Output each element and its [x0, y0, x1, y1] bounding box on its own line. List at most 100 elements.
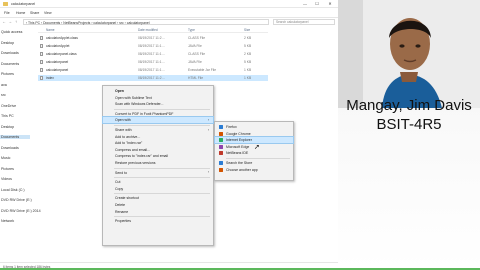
column-type[interactable]: Type [188, 28, 195, 32]
menu-item[interactable]: Open with › [102, 116, 214, 125]
app-icon [219, 161, 223, 165]
menu-item[interactable]: Search the Store [215, 160, 293, 166]
tab-file[interactable]: File [4, 11, 10, 15]
ribbon: File Home Share View [0, 8, 338, 18]
file-icon [40, 76, 43, 80]
menu-separator [226, 158, 290, 159]
menu-item[interactable]: Google Chrome [215, 131, 293, 137]
menu-item[interactable]: Properties [103, 218, 213, 224]
menu-item[interactable]: Open [103, 88, 213, 94]
sidebar-item[interactable]: Desktop [1, 41, 14, 45]
sidebar-item[interactable]: Quick access [1, 30, 22, 34]
sidebar-item[interactable]: Downloads [1, 51, 19, 55]
menu-separator [114, 125, 210, 126]
sidebar-item[interactable]: Documents [0, 135, 30, 139]
chevron-right-icon: › [207, 170, 209, 175]
title-bar[interactable]: calculatorpanel — ☐ ✕ [0, 0, 338, 8]
sidebar-item[interactable]: ava [1, 83, 7, 87]
chevron-right-icon: › [207, 127, 209, 132]
minimize-button[interactable]: — [300, 1, 310, 7]
menu-item[interactable]: Add to archive... [103, 134, 213, 140]
file-row[interactable]: calculatorpanel 08/19/2017 11:1… Executabl… [38, 67, 268, 73]
file-row[interactable]: calculatorApplet.class 08/19/2017 11:2… CL… [38, 35, 268, 41]
file-date: 08/19/2017 11:2… [138, 75, 165, 80]
menu-item[interactable]: Choose another app [215, 167, 293, 173]
menu-item-label: Send to [115, 170, 128, 175]
menu-item[interactable]: NetBeans IDE [215, 150, 293, 156]
file-name: calculatorpanel [46, 59, 69, 64]
menu-item-label: NetBeans IDE [226, 151, 249, 156]
menu-item[interactable]: Compress and email... [103, 147, 213, 153]
file-date: 08/19/2017 11:2… [138, 35, 165, 40]
menu-item[interactable]: Share with › [103, 127, 213, 133]
address-bar[interactable]: › This PC › Documents › NetBeansProjects… [23, 19, 269, 25]
sidebar-item[interactable]: Pictures [1, 167, 14, 171]
search-input[interactable]: Search calculatorpanel [273, 19, 335, 25]
menu-item[interactable]: Delete [103, 202, 213, 208]
sidebar-item[interactable]: OneDrive [1, 104, 16, 108]
window-title: calculatorpanel [11, 2, 36, 6]
file-type: CLASS File [188, 51, 206, 56]
sidebar-item[interactable]: Desktop [1, 125, 14, 129]
menu-item[interactable]: Internet Explorer [214, 136, 294, 145]
menu-item[interactable]: Restore previous versions [103, 160, 213, 166]
menu-item-label: Google Chrome [226, 131, 251, 136]
file-row[interactable]: calculatorpanel 08/19/2017 11:1… JAVA File… [38, 59, 268, 65]
sidebar-item[interactable]: Downloads [1, 146, 19, 150]
file-size: 2 KB [244, 35, 252, 40]
file-size: 1 KB [244, 67, 252, 72]
menu-item-label: Compress to "index.rar" and email [115, 154, 169, 159]
back-arrow-icon[interactable]: ← [2, 19, 6, 24]
file-size: 2 KB [244, 51, 252, 56]
sidebar-item[interactable]: Local Disk (C:) [1, 188, 25, 192]
menu-item-label: Rename [115, 209, 129, 214]
sidebar-item[interactable]: DVD RW Drive (E:) 2014 [1, 209, 41, 213]
sidebar-item[interactable]: src [1, 93, 6, 97]
file-type: HTML File [188, 75, 204, 80]
file-row[interactable]: calculatorpanel.class 08/19/2017 11:1… CLA… [38, 51, 268, 57]
menu-separator [114, 108, 210, 110]
file-name: index [46, 75, 54, 80]
menu-item[interactable]: Rename [103, 209, 213, 215]
menu-item-label: Search the Store [226, 161, 253, 165]
sidebar-item[interactable]: Music [1, 156, 10, 160]
tab-home[interactable]: Home [16, 11, 25, 15]
menu-item[interactable]: Copy [103, 186, 213, 192]
menu-item-label: Choose another app [226, 167, 258, 172]
column-date-modified[interactable]: Date modified [138, 28, 158, 32]
tab-share[interactable]: Share [30, 11, 39, 15]
menu-item[interactable]: Send to › [103, 170, 213, 176]
menu-item[interactable]: Compress to "index.rar" and email [103, 153, 213, 159]
sidebar-item[interactable]: Pictures [1, 72, 14, 76]
column-header: Name Date modified Type Size [38, 27, 268, 33]
menu-item-label: Create shortcut [115, 196, 139, 201]
breadcrumb: › This PC › Documents › NetBeansProjects… [26, 20, 150, 25]
sidebar-item[interactable]: Network [1, 219, 14, 223]
up-arrow-icon[interactable]: ↑ [15, 19, 17, 24]
file-date: 08/19/2017 11:1… [138, 43, 165, 48]
column-size[interactable]: Size [244, 28, 250, 32]
file-row[interactable]: calculatorApplet 08/19/2017 11:1… JAVA Fil… [38, 43, 268, 49]
close-button[interactable]: ✕ [325, 1, 335, 7]
menu-item[interactable]: Cut [103, 179, 213, 185]
column-name[interactable]: Name [46, 28, 55, 32]
app-icon [219, 151, 223, 156]
navigation-pane: Quick access Desktop Downloads Documents Pic… [0, 26, 41, 262]
forward-arrow-icon[interactable]: → [8, 19, 12, 24]
menu-item[interactable]: Create shortcut [103, 195, 213, 201]
tab-view[interactable]: View [44, 11, 52, 15]
menu-item-label: Microsoft Edge [226, 144, 250, 149]
menu-item[interactable]: Scan with Windows Defender... [103, 101, 213, 107]
sidebar-item[interactable]: DVD RW Drive (E:) [1, 198, 32, 202]
sidebar-item[interactable]: Documents [1, 62, 19, 66]
file-row[interactable]: index 08/19/2017 11:2… HTML File 1 KB [38, 75, 268, 81]
file-name: calculatorpanel.class [46, 51, 77, 56]
menu-item[interactable]: Firefox [215, 124, 293, 130]
menu-item[interactable]: Add to "index.rar" [103, 140, 213, 146]
maximize-button[interactable]: ☐ [312, 1, 322, 7]
menu-item-label: Compress and email... [115, 147, 151, 152]
sidebar-item[interactable]: This PC [1, 114, 14, 118]
menu-item[interactable]: Convert to PDF in Foxit PhantomPDF [103, 111, 213, 117]
sidebar-item[interactable]: Videos [1, 177, 12, 181]
menu-item[interactable]: Open with Sublime Text [103, 95, 213, 101]
